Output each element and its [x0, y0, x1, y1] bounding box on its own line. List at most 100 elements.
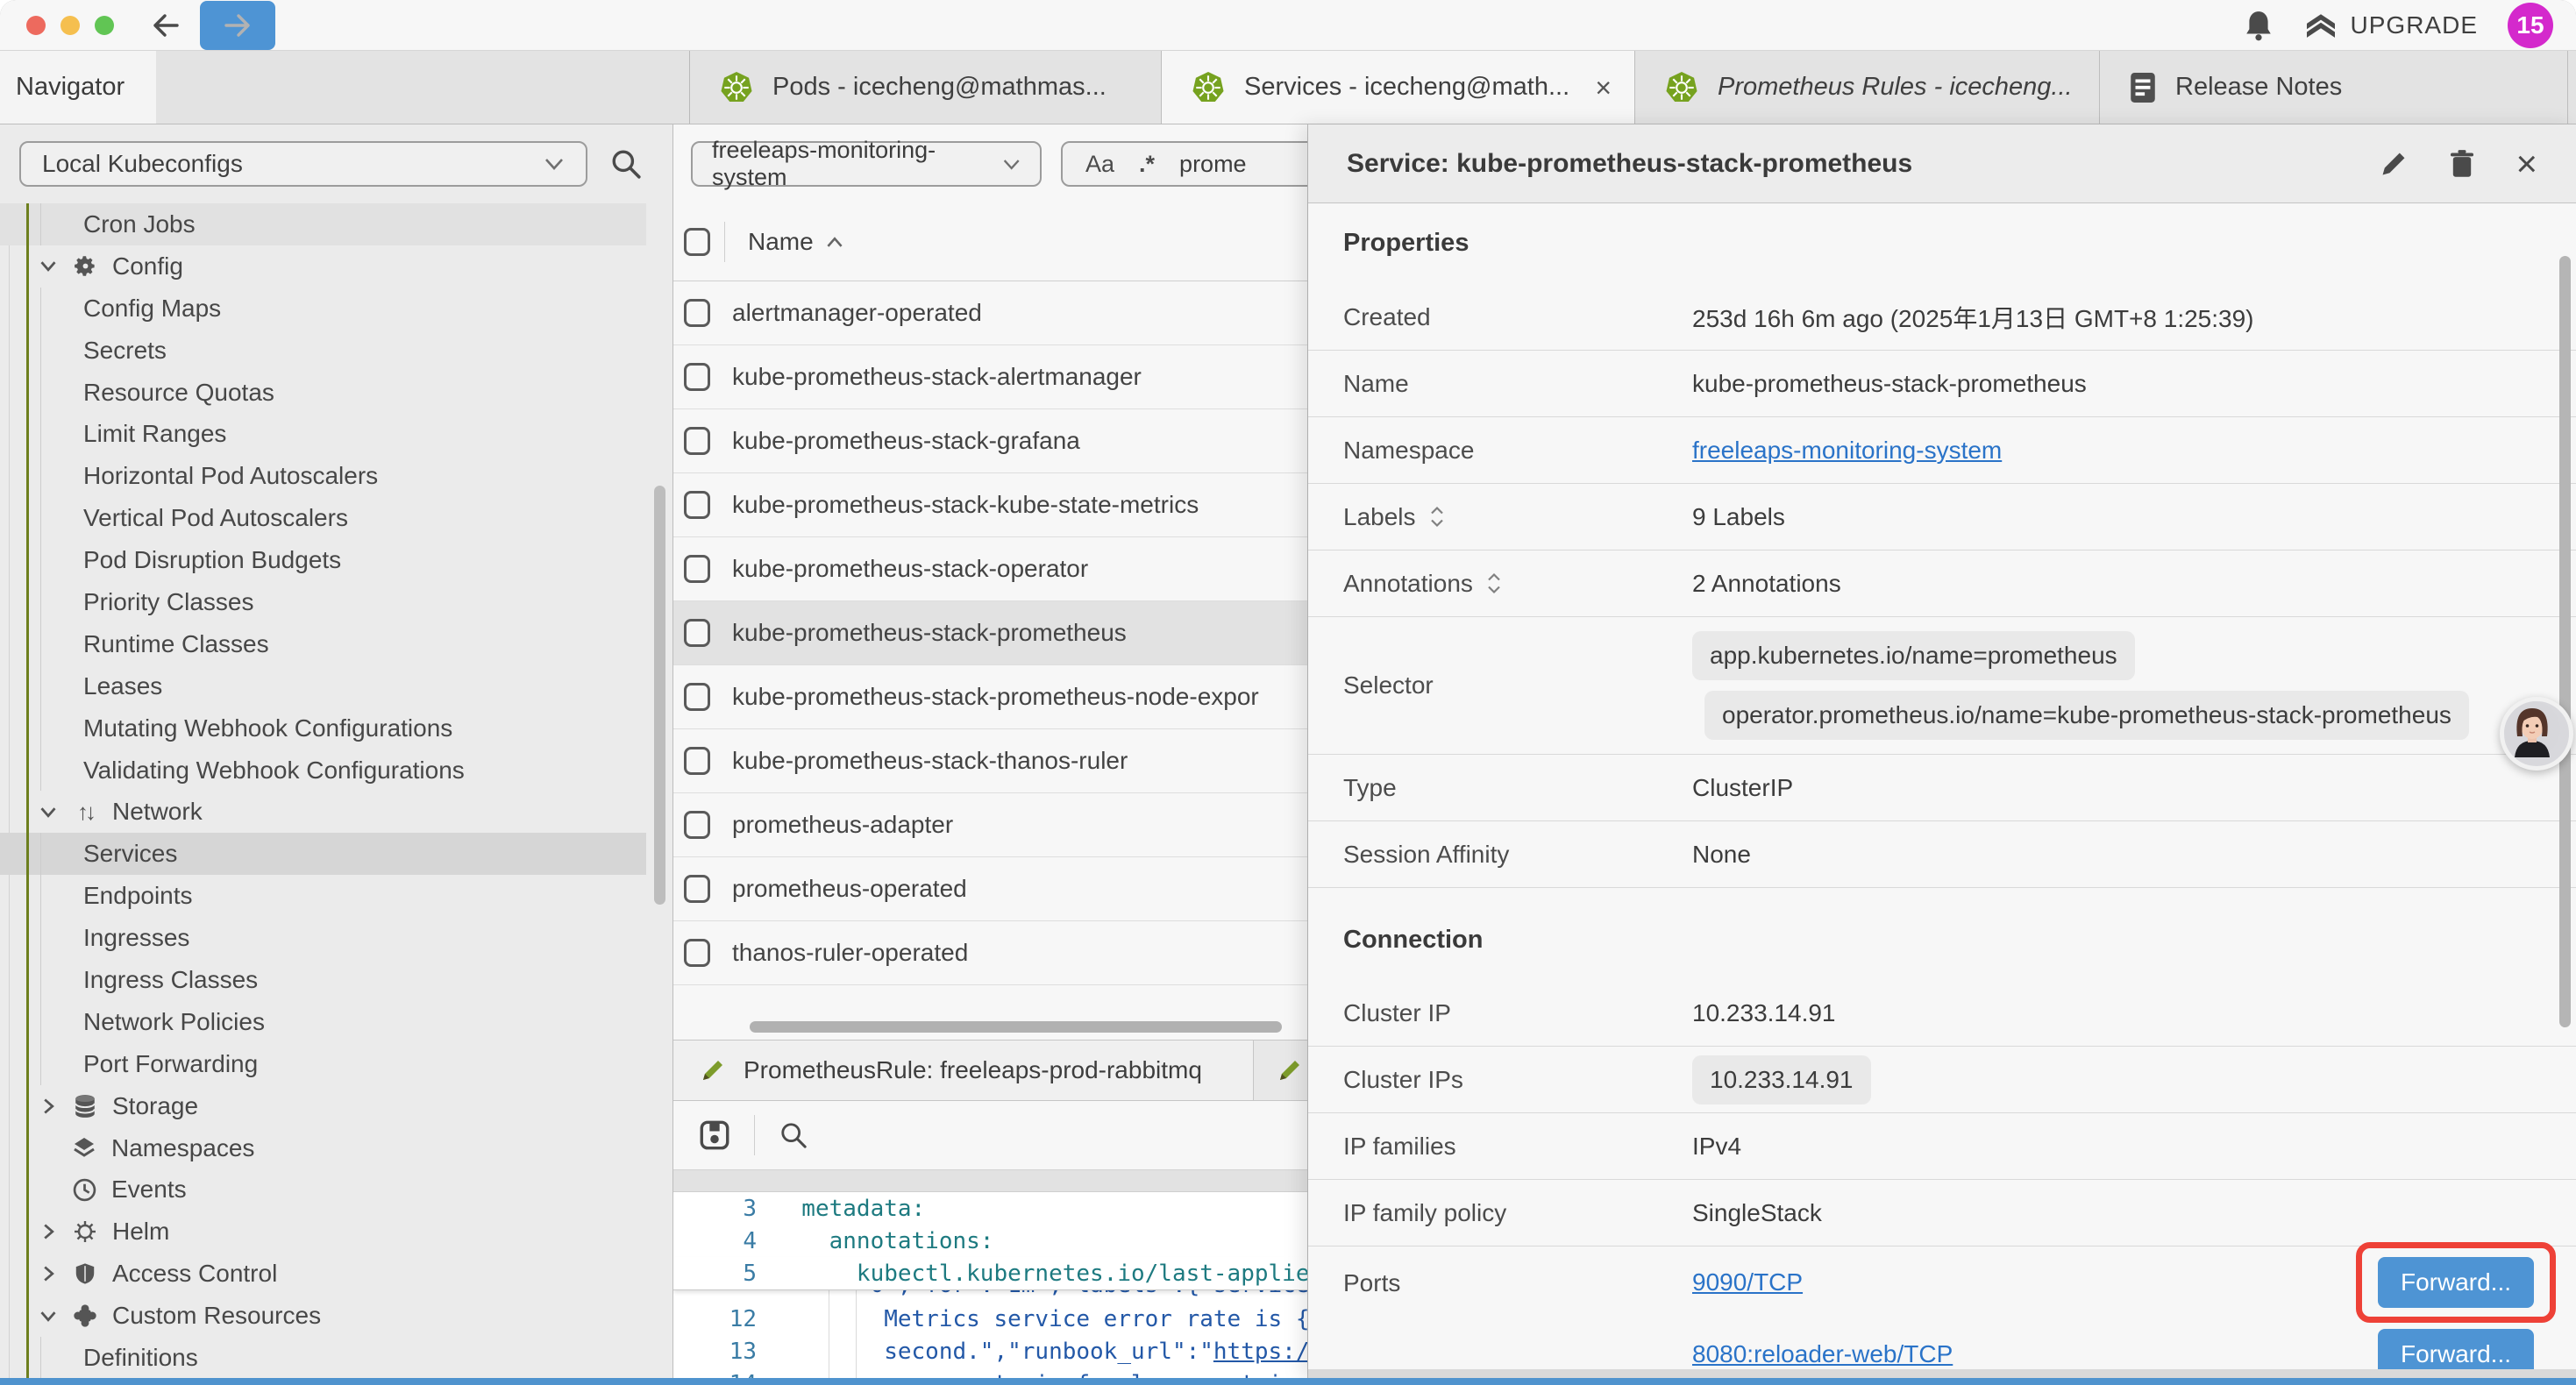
row-checkbox[interactable] — [684, 939, 710, 967]
tree-item-network[interactable]: ↑↓ Network — [0, 791, 672, 833]
tree-item-runtime-classes[interactable]: Runtime Classes — [0, 623, 672, 665]
tree-item-definitions[interactable]: Definitions — [0, 1337, 672, 1379]
sort-updown-icon[interactable] — [1487, 572, 1501, 595]
row-checkbox[interactable] — [684, 363, 710, 391]
row-checkbox[interactable] — [684, 619, 710, 647]
close-window-button[interactable] — [26, 16, 46, 35]
service-row[interactable]: kube-prometheus-stack-kube-state-metrics — [673, 473, 1307, 537]
tree-item-access-control[interactable]: Access Control — [0, 1253, 672, 1295]
name-column-header[interactable]: Name — [748, 228, 814, 256]
regex-toggle[interactable]: .* — [1139, 151, 1155, 178]
service-search-input[interactable]: Aa .* prome — [1061, 141, 1308, 187]
chevron-right-icon[interactable] — [39, 1223, 58, 1240]
notification-badge[interactable]: 15 — [2508, 3, 2553, 48]
service-row[interactable]: prometheus-operated — [673, 857, 1307, 921]
tree-item-leases[interactable]: Leases — [0, 665, 672, 707]
tree-item-events[interactable]: Events — [0, 1168, 672, 1211]
row-checkbox[interactable] — [684, 747, 710, 775]
sort-updown-icon[interactable] — [1430, 505, 1444, 529]
row-checkbox[interactable] — [684, 491, 710, 519]
tab-release-notes[interactable]: Release Notes — [2100, 51, 2568, 124]
tree-item-port-forwarding[interactable]: Port Forwarding — [0, 1043, 672, 1085]
tree-item-endpoints[interactable]: Endpoints — [0, 875, 672, 917]
chevron-right-icon[interactable] — [39, 1265, 58, 1282]
navigator-panel-tab[interactable]: Navigator — [0, 51, 156, 124]
tree-item-priority-classes[interactable]: Priority Classes — [0, 581, 672, 623]
service-row[interactable]: kube-prometheus-stack-prometheus-node-ex… — [673, 665, 1307, 729]
edit-icon[interactable] — [2379, 149, 2409, 179]
tab-close-icon[interactable]: × — [1595, 74, 1612, 102]
sort-ascending-icon[interactable] — [826, 237, 843, 248]
sidebar-scrollbar-thumb[interactable] — [654, 486, 665, 905]
row-checkbox[interactable] — [684, 427, 710, 455]
tree-item-ingress-classes[interactable]: Ingress Classes — [0, 959, 672, 1001]
chevron-down-icon[interactable] — [39, 1310, 58, 1323]
kubeconfig-selector[interactable]: Local Kubeconfigs — [19, 141, 587, 187]
tree-item-config[interactable]: Config — [0, 245, 672, 288]
minimize-window-button[interactable] — [60, 16, 80, 35]
detail-panel-scrollbar-thumb[interactable] — [2559, 256, 2571, 1027]
tab-prometheus-rules[interactable]: Prometheus Rules - icecheng... — [1635, 51, 2100, 124]
select-all-checkbox[interactable] — [684, 228, 710, 256]
tree-item-services[interactable]: Services — [0, 833, 646, 875]
tree-item-secrets[interactable]: Secrets — [0, 330, 672, 372]
row-checkbox[interactable] — [684, 875, 710, 903]
service-row[interactable]: thanos-ruler-operated — [673, 921, 1307, 985]
row-checkbox[interactable] — [684, 299, 710, 327]
chevron-right-icon[interactable] — [39, 1097, 58, 1115]
yaml-editor[interactable]: 3 metadata: 4 annotations: 5 kubectl.kub… — [673, 1192, 1307, 1380]
port-link-9090[interactable]: 9090/TCP — [1692, 1268, 1803, 1296]
editor-tab-prometheusrule[interactable]: PrometheusRule: freeleaps-prod-rabbitmq — [673, 1041, 1254, 1100]
namespace-link[interactable]: freeleaps-monitoring-system — [1692, 437, 2002, 465]
tree-item-ingresses[interactable]: Ingresses — [0, 917, 672, 959]
maximize-window-button[interactable] — [95, 16, 114, 35]
save-icon[interactable] — [700, 1120, 729, 1150]
forward-port-button[interactable]: Forward... — [2378, 1257, 2534, 1308]
tree-item-cron-jobs[interactable]: Cron Jobs — [0, 203, 646, 245]
tree-item-helm[interactable]: Helm — [0, 1211, 672, 1253]
close-icon[interactable]: × — [2516, 146, 2537, 182]
tree-item-vertical-pod-autoscalers[interactable]: Vertical Pod Autoscalers — [0, 497, 672, 539]
tree-item-namespaces[interactable]: Namespaces — [0, 1127, 672, 1169]
forward-button[interactable] — [200, 1, 275, 50]
runbook-url-link[interactable]: https://net — [1213, 1339, 1307, 1365]
back-button[interactable] — [151, 12, 181, 39]
tab-services[interactable]: Services - icecheng@math... × — [1162, 51, 1635, 124]
editor-search-icon[interactable] — [779, 1121, 808, 1149]
service-row[interactable]: kube-prometheus-stack-alertmanager — [673, 345, 1307, 409]
delete-icon[interactable] — [2449, 149, 2475, 179]
tab-pods[interactable]: Pods - icecheng@mathmas... — [690, 51, 1162, 124]
tree-item-limit-ranges[interactable]: Limit Ranges — [0, 413, 672, 455]
upgrade-button[interactable]: UPGRADE — [2303, 11, 2478, 39]
service-row[interactable]: kube-prometheus-stack-operator — [673, 537, 1307, 601]
service-row-selected[interactable]: kube-prometheus-stack-prometheus — [673, 601, 1307, 665]
port-link-8080[interactable]: 8080:reloader-web/TCP — [1692, 1340, 1953, 1368]
service-row[interactable]: alertmanager-operated — [673, 281, 1307, 345]
row-checkbox[interactable] — [684, 555, 710, 583]
row-checkbox[interactable] — [684, 811, 710, 839]
user-avatar[interactable] — [2500, 697, 2573, 771]
tree-item-mutating-webhook-configurations[interactable]: Mutating Webhook Configurations — [0, 707, 672, 749]
tree-item-pod-disruption-budgets[interactable]: Pod Disruption Budgets — [0, 539, 672, 581]
editor-tab-partial[interactable] — [1254, 1041, 1307, 1100]
tree-item-validating-webhook-configurations[interactable]: Validating Webhook Configurations — [0, 749, 672, 792]
sidebar-search-icon[interactable] — [610, 148, 642, 180]
row-checkbox[interactable] — [684, 683, 710, 711]
tree-item-horizontal-pod-autoscalers[interactable]: Horizontal Pod Autoscalers — [0, 455, 672, 497]
tab-argo[interactable]: Argo Se — [2568, 51, 2576, 124]
tree-item-storage[interactable]: Storage — [0, 1085, 672, 1127]
tree-item-network-policies[interactable]: Network Policies — [0, 1001, 672, 1043]
horizontal-scrollbar-thumb[interactable] — [750, 1021, 1282, 1033]
forward-port-button-2[interactable]: Forward... — [2378, 1329, 2534, 1369]
service-row[interactable]: kube-prometheus-stack-grafana — [673, 409, 1307, 473]
chevron-down-icon[interactable] — [39, 806, 58, 819]
tree-item-custom-resources[interactable]: Custom Resources — [0, 1295, 672, 1337]
tree-item-config-maps[interactable]: Config Maps — [0, 288, 672, 330]
namespace-filter-select[interactable]: freeleaps-monitoring-system — [691, 141, 1042, 187]
bell-icon[interactable] — [2244, 10, 2274, 41]
service-row[interactable]: prometheus-adapter — [673, 793, 1307, 857]
service-row[interactable]: kube-prometheus-stack-thanos-ruler — [673, 729, 1307, 793]
tree-item-resource-quotas[interactable]: Resource Quotas — [0, 372, 672, 414]
match-case-toggle[interactable]: Aa — [1085, 151, 1114, 178]
chevron-down-icon[interactable] — [39, 259, 58, 273]
